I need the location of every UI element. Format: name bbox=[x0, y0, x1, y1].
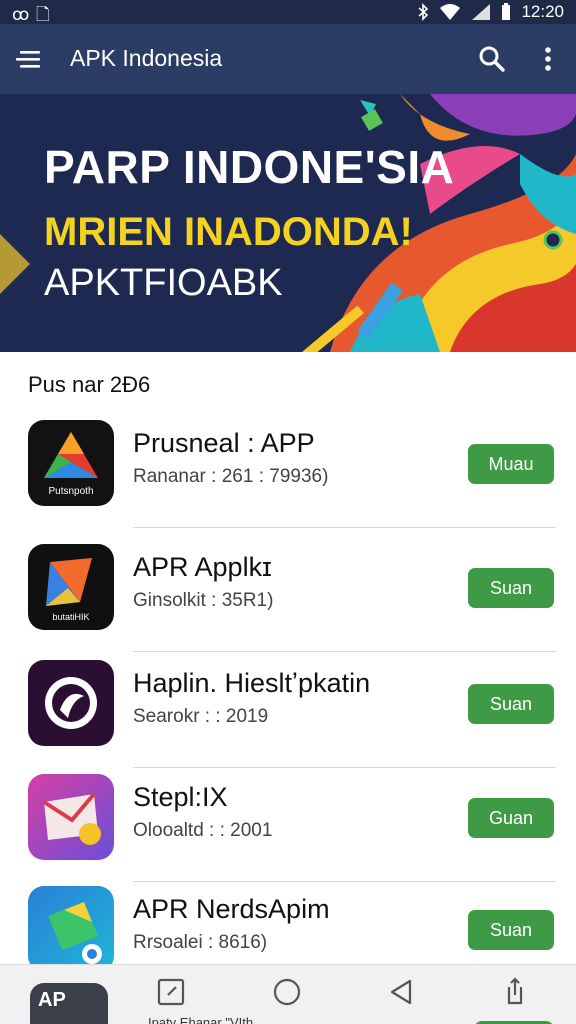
more-vert-icon[interactable] bbox=[532, 43, 564, 75]
wifi-icon bbox=[440, 4, 461, 20]
app-bar: APK Indonesia bbox=[0, 24, 576, 94]
list-item[interactable]: Stepl:IX Olooaltd : : 2001 Guan bbox=[0, 764, 576, 882]
app-meta: Olooaltd : : 2001 bbox=[133, 820, 273, 841]
status-time: 12:20 bbox=[521, 2, 564, 21]
app-name[interactable]: Prusneal : APP bbox=[133, 428, 315, 459]
app-meta: Ginsolkit : 35R1) bbox=[133, 590, 274, 611]
install-button[interactable]: Suan bbox=[468, 910, 554, 950]
install-button[interactable]: Suan bbox=[468, 568, 554, 608]
install-button[interactable]: Suan bbox=[468, 684, 554, 724]
app-name[interactable]: APR NerdsApim bbox=[133, 894, 330, 925]
app-tile[interactable]: AP bbox=[30, 983, 108, 1024]
battery-icon bbox=[502, 3, 511, 20]
banner-tagline: APKTFIOABK bbox=[44, 262, 283, 304]
bottom-nav-bar: AP Ipaty Ehanar "VIth bbox=[0, 964, 576, 1024]
triangle-logo-icon[interactable]: Putsnpoth bbox=[28, 420, 114, 506]
nav-label: Ipaty Ehanar "VIth bbox=[148, 1015, 254, 1024]
divider bbox=[133, 527, 556, 528]
app-name[interactable]: APR Applkɪ bbox=[133, 552, 272, 583]
status-bar: ꝏ 🗋 12:20 bbox=[0, 0, 576, 24]
app-title: APK Indonesia bbox=[70, 45, 223, 71]
app-meta: Searokr : : 2019 bbox=[133, 706, 269, 727]
app-name[interactable]: Stepl:IX bbox=[133, 782, 228, 813]
install-button[interactable]: Muau bbox=[468, 444, 554, 484]
diamond-tile-icon[interactable] bbox=[28, 886, 114, 972]
install-button[interactable]: Guan bbox=[468, 798, 554, 838]
status-right-icons: 12:20 bbox=[417, 2, 564, 22]
banner-subheadline: MRIEN INADONDA! bbox=[44, 210, 413, 254]
app-meta: Rrsoalei : 8616) bbox=[133, 932, 268, 953]
banner-headline: PARP INDONE'SIA bbox=[44, 141, 455, 193]
share-icon[interactable] bbox=[500, 977, 530, 1007]
section-title: Pus nar 2Ð6 bbox=[28, 372, 151, 397]
app-meta: Rananar : 261 : 79936) bbox=[133, 466, 329, 487]
menu-icon[interactable] bbox=[14, 44, 48, 74]
list-item[interactable]: Putsnpoth Prusneal : APP Rananar : 261 :… bbox=[0, 410, 576, 528]
app-name[interactable]: Haplin. Hiesltʼpkatin bbox=[133, 668, 370, 699]
swirl-logo-icon[interactable] bbox=[28, 660, 114, 746]
signal-icon bbox=[472, 4, 491, 20]
folded-arrow-icon[interactable]: butatiHIK bbox=[28, 544, 114, 630]
bluetooth-icon bbox=[418, 3, 429, 21]
envelope-badge-icon[interactable] bbox=[28, 774, 114, 860]
promo-banner[interactable]: PARP INDONE'SIA MRIEN INADONDA! APKTFIOA… bbox=[0, 94, 576, 352]
list-item[interactable]: Haplin. Hiesltʼpkatin Searokr : : 2019 S… bbox=[0, 650, 576, 768]
search-icon[interactable] bbox=[476, 43, 508, 75]
app-icon-caption: butatiHIK bbox=[52, 612, 89, 622]
square-edit-icon[interactable] bbox=[156, 977, 186, 1007]
triangle-back-icon[interactable] bbox=[386, 977, 416, 1007]
circle-home-icon[interactable] bbox=[272, 977, 302, 1007]
app-icon-caption: Putsnpoth bbox=[48, 486, 93, 497]
list-item[interactable]: butatiHIK APR Applkɪ Ginsolkit : 35R1) S… bbox=[0, 534, 576, 652]
